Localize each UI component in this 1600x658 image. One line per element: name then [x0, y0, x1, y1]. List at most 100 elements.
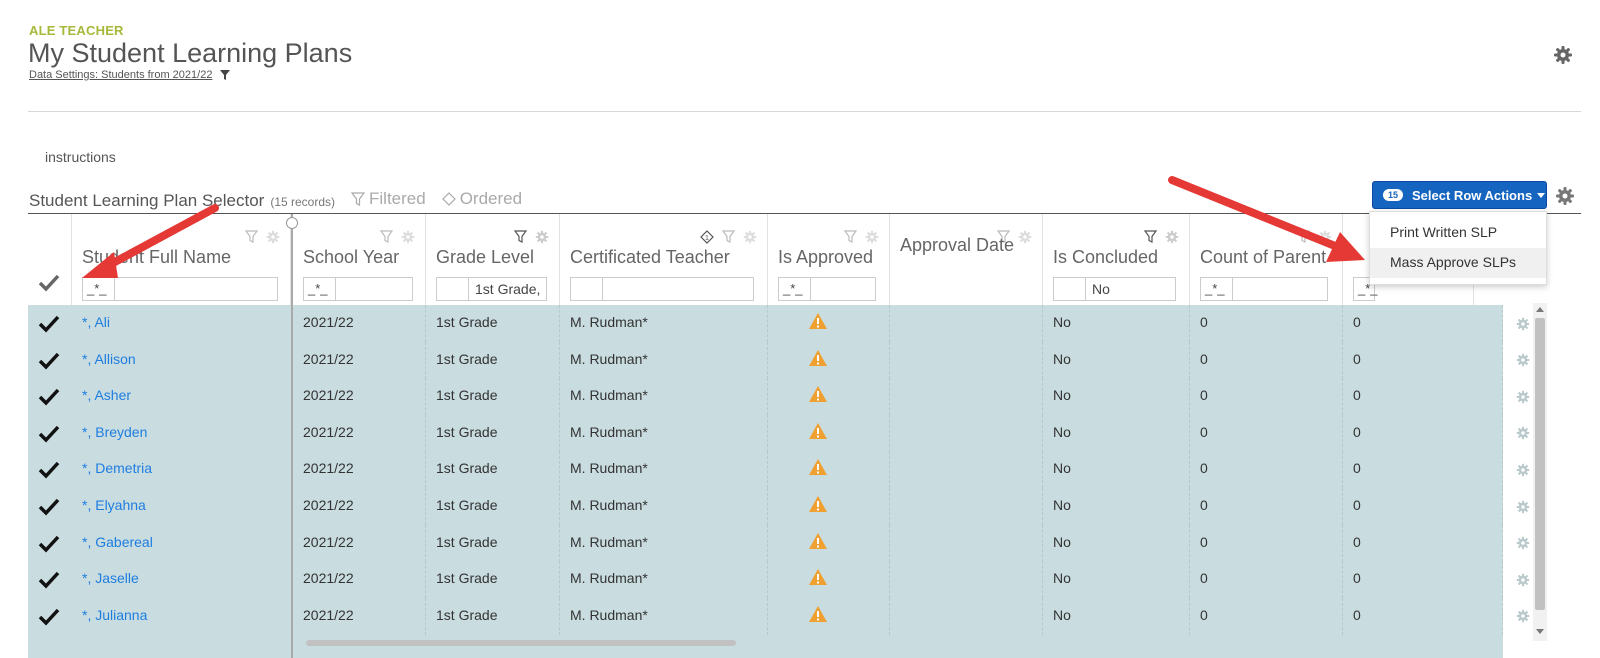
- checkmark-icon[interactable]: [38, 388, 60, 406]
- table-row[interactable]: *, Asher 2021/22 1st Grade M. Rudman* No 0 0: [28, 378, 1530, 416]
- filter-operator[interactable]: [1054, 278, 1086, 300]
- filter-value[interactable]: 1st Grade,: [469, 278, 546, 300]
- count-of-parent-cell: 0: [1190, 597, 1343, 635]
- column-filter-input[interactable]: No: [1053, 277, 1176, 301]
- school-year-cell: 2021/22: [293, 341, 426, 379]
- gear-icon[interactable]: [1555, 186, 1575, 206]
- gear-icon[interactable]: [1516, 317, 1530, 331]
- column-header-grade-level[interactable]: Grade Level 1st Grade,: [426, 214, 560, 308]
- menu-item-print-written-slp[interactable]: Print Written SLP: [1370, 218, 1546, 248]
- horizontal-scroll-thumb[interactable]: [306, 640, 736, 646]
- student-name-link[interactable]: *, Gabereal: [72, 524, 293, 562]
- table-row[interactable]: *, Demetria 2021/22 1st Grade M. Rudman* No 0…: [28, 451, 1530, 489]
- table-row[interactable]: *, Gabereal 2021/22 1st Grade M. Rudman* No 0…: [28, 524, 1530, 562]
- checkmark-icon[interactable]: [38, 608, 60, 626]
- funnel-icon[interactable]: [220, 70, 231, 80]
- table-row[interactable]: *, Breyden 2021/22 1st Grade M. Rudman* No 0 0: [28, 414, 1530, 452]
- scroll-down-arrow-icon[interactable]: [1536, 629, 1544, 634]
- filter-operator[interactable]: [437, 278, 469, 300]
- checkmark-icon[interactable]: [38, 274, 60, 292]
- table-row[interactable]: *, Elyahna 2021/22 1st Grade M. Rudman* No 0 0: [28, 488, 1530, 525]
- table-row[interactable]: *, Julianna 2021/22 1st Grade M. Rudman* No 0…: [28, 597, 1530, 635]
- funnel-icon[interactable]: [1297, 230, 1310, 243]
- student-name-link[interactable]: *, Demetria: [72, 451, 293, 489]
- student-name-link[interactable]: *, Breyden: [72, 414, 293, 452]
- filtered-indicator[interactable]: Filtered: [351, 189, 426, 209]
- table-row[interactable]: *, Jaselle 2021/22 1st Grade M. Rudman* No 0 0: [28, 561, 1530, 599]
- gear-icon[interactable]: [1516, 573, 1530, 587]
- column-filter-input[interactable]: _*_: [82, 277, 278, 301]
- checkmark-icon[interactable]: [38, 425, 60, 443]
- gear-icon[interactable]: [1553, 45, 1573, 65]
- filter-operator[interactable]: _*_: [779, 278, 811, 300]
- column-header-count-of-parent[interactable]: Count of Parent _*_: [1190, 214, 1343, 308]
- funnel-icon[interactable]: [380, 230, 393, 243]
- gear-icon[interactable]: [1516, 463, 1530, 477]
- filter-operator[interactable]: _*_: [304, 278, 336, 300]
- funnel-icon[interactable]: [245, 230, 258, 243]
- data-settings-link[interactable]: Data Settings: Students from 2021/22: [29, 69, 231, 81]
- column-resize-handle[interactable]: [286, 217, 298, 229]
- funnel-icon[interactable]: [1144, 230, 1157, 243]
- gear-icon[interactable]: [535, 230, 549, 244]
- column-filter-input[interactable]: [570, 277, 754, 301]
- student-name-link[interactable]: *, Julianna: [72, 597, 293, 635]
- filter-value[interactable]: [115, 278, 277, 300]
- gear-icon[interactable]: [266, 230, 280, 244]
- checkmark-icon[interactable]: [38, 571, 60, 589]
- column-header-is-approved[interactable]: Is Approved _*_: [768, 214, 890, 308]
- student-name-link[interactable]: *, Elyahna: [72, 488, 293, 525]
- filter-operator[interactable]: _*_: [83, 278, 115, 300]
- gear-icon[interactable]: [865, 230, 879, 244]
- gear-icon[interactable]: [1318, 230, 1332, 244]
- filter-value[interactable]: [1233, 278, 1327, 300]
- scroll-up-arrow-icon[interactable]: [1536, 307, 1544, 312]
- column-filter-input[interactable]: 1st Grade,: [436, 277, 547, 301]
- column-header-certificated-teacher[interactable]: 1 Certificated Teacher: [560, 214, 768, 308]
- student-name-link[interactable]: *, Asher: [72, 378, 293, 416]
- checkmark-icon[interactable]: [38, 498, 60, 516]
- gear-icon[interactable]: [1516, 500, 1530, 514]
- filter-value[interactable]: [603, 278, 753, 300]
- checkmark-icon[interactable]: [38, 535, 60, 553]
- gear-icon[interactable]: [1018, 230, 1032, 244]
- sort-icon[interactable]: 1: [700, 230, 714, 244]
- student-name-link[interactable]: *, Jaselle: [72, 561, 293, 599]
- filter-value[interactable]: [811, 278, 875, 300]
- checkmark-icon[interactable]: [38, 315, 60, 333]
- column-header-approval-date[interactable]: Approval Date: [890, 214, 1043, 308]
- filter-operator[interactable]: [571, 278, 603, 300]
- funnel-icon[interactable]: [514, 230, 527, 243]
- gear-icon[interactable]: [1516, 353, 1530, 367]
- column-filter-input[interactable]: _*_: [303, 277, 413, 301]
- vertical-scroll-thumb[interactable]: [1535, 318, 1545, 610]
- column-filter-input[interactable]: _*_: [778, 277, 876, 301]
- gear-icon[interactable]: [1165, 230, 1179, 244]
- menu-item-mass-approve-slps[interactable]: Mass Approve SLPs: [1370, 248, 1546, 278]
- funnel-icon[interactable]: [722, 230, 735, 243]
- student-name-link[interactable]: *, Allison: [72, 341, 293, 379]
- student-name-link[interactable]: *, Ali: [72, 305, 293, 342]
- column-header-student-full-name[interactable]: Student Full Name _*_: [72, 214, 291, 308]
- gear-icon[interactable]: [1516, 536, 1530, 550]
- filter-operator[interactable]: _*_: [1201, 278, 1233, 300]
- table-row[interactable]: *, Allison 2021/22 1st Grade M. Rudman* No 0 0: [28, 341, 1530, 379]
- gear-icon[interactable]: [1516, 609, 1530, 623]
- filter-value[interactable]: [336, 278, 412, 300]
- ordered-indicator[interactable]: Ordered: [441, 189, 522, 209]
- checkmark-icon[interactable]: [38, 352, 60, 370]
- checkmark-icon[interactable]: [38, 461, 60, 479]
- select-row-actions-button[interactable]: 15 Select Row Actions: [1372, 181, 1547, 209]
- column-filter-input[interactable]: _*_: [1200, 277, 1328, 301]
- column-header-school-year[interactable]: School Year _*_: [293, 214, 426, 308]
- instructions-link[interactable]: instructions: [45, 149, 116, 165]
- gear-icon[interactable]: [743, 230, 757, 244]
- column-header-is-concluded[interactable]: Is Concluded No: [1043, 214, 1190, 308]
- select-all-header[interactable]: [28, 214, 72, 308]
- gear-icon[interactable]: [401, 230, 415, 244]
- filter-value[interactable]: No: [1086, 278, 1175, 300]
- gear-icon[interactable]: [1516, 390, 1530, 404]
- funnel-icon[interactable]: [844, 230, 857, 243]
- table-row[interactable]: *, Ali 2021/22 1st Grade M. Rudman* No 0 0: [28, 305, 1530, 342]
- gear-icon[interactable]: [1516, 426, 1530, 440]
